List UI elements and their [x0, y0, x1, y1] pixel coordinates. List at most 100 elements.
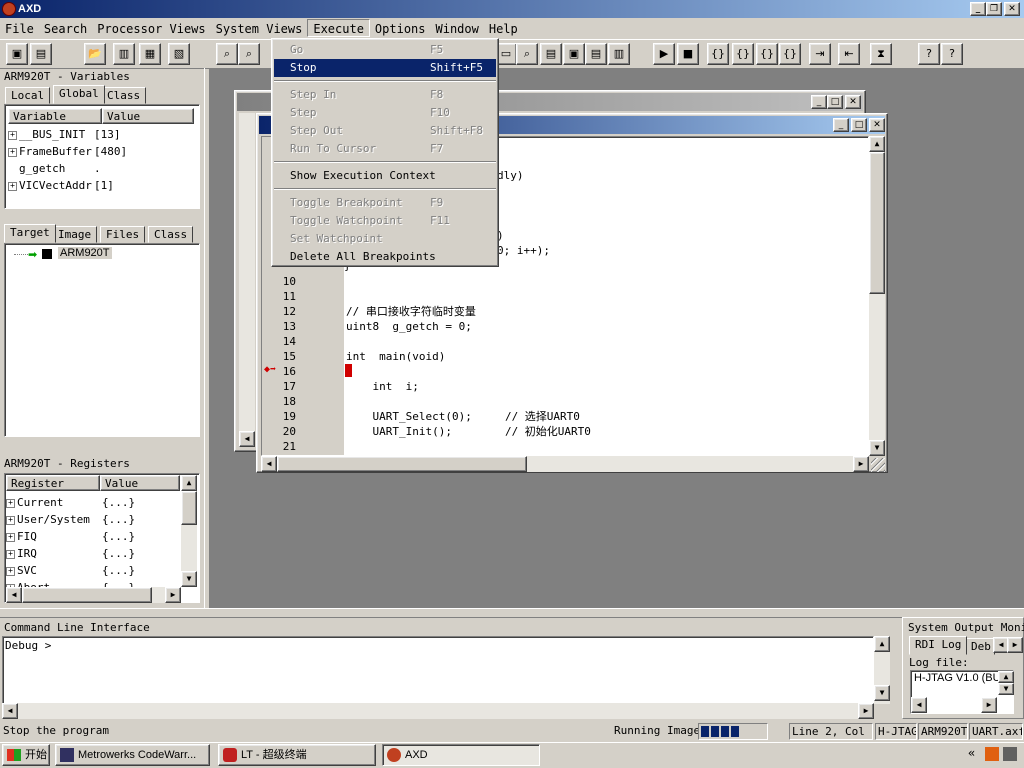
- hourglass-icon[interactable]: ⧗: [870, 43, 892, 65]
- code-line[interactable]: 17 int i;: [262, 379, 802, 394]
- tab-global[interactable]: Global: [53, 85, 105, 104]
- menu-execute[interactable]: Execute: [307, 19, 370, 37]
- variable-row[interactable]: +g_getch.: [8, 160, 196, 177]
- close-icon[interactable]: ✕: [845, 95, 861, 109]
- tab-class[interactable]: Class: [101, 87, 147, 104]
- close-icon[interactable]: ✕: [1004, 2, 1020, 16]
- app-title-bar[interactable]: AXD _ ❐ ✕: [0, 0, 1024, 18]
- code-line[interactable]: 19 UART_Select(0); // 选择UART0: [262, 409, 802, 424]
- code-line[interactable]: 12 // 串口接收字符临时变量: [262, 304, 802, 319]
- view-memory-icon[interactable]: ▤: [540, 43, 562, 65]
- step-out-icon[interactable]: {}: [756, 43, 778, 65]
- code-line[interactable]: 13 uint8 g_getch = 0;: [262, 319, 802, 334]
- watchpoint-icon[interactable]: ⇤: [838, 43, 860, 65]
- scroll-up-icon[interactable]: ▲: [998, 671, 1014, 683]
- register-row[interactable]: + SVC {...}: [6, 562, 180, 579]
- menu-options[interactable]: Options: [370, 20, 431, 38]
- menu-system-views[interactable]: System Views: [211, 20, 308, 38]
- register-row[interactable]: + Current {...}: [6, 494, 180, 511]
- scroll-down-icon[interactable]: ▼: [874, 685, 890, 701]
- cli-hscroll[interactable]: [2, 703, 874, 719]
- view-disasm-icon[interactable]: ▤: [585, 43, 607, 65]
- tab-image[interactable]: Image: [52, 226, 98, 243]
- menu-help[interactable]: Help: [484, 20, 523, 38]
- tray-grid-icon[interactable]: [1003, 747, 1017, 761]
- code-line[interactable]: 15 int main(void): [262, 349, 802, 364]
- minimize-icon[interactable]: _: [811, 95, 827, 109]
- variable-row[interactable]: + FrameBuffer [480]: [8, 143, 196, 160]
- menu-item-stop[interactable]: Stop Shift+F5: [274, 59, 496, 77]
- tab-scroll-right-icon[interactable]: ▶: [1007, 637, 1023, 653]
- code-line[interactable]: 21: [262, 439, 802, 454]
- scroll-up-icon[interactable]: ▲: [869, 136, 885, 152]
- breakpoint-icon[interactable]: ⇥: [809, 43, 831, 65]
- expand-plus-icon[interactable]: +: [6, 532, 15, 542]
- horizontal-splitter[interactable]: [0, 608, 1024, 618]
- expand-plus-icon[interactable]: +: [6, 498, 15, 508]
- scroll-up-icon[interactable]: ▲: [874, 636, 890, 652]
- scroll-right-icon[interactable]: ▶: [858, 703, 874, 719]
- run-to-cursor-icon[interactable]: {}: [779, 43, 801, 65]
- hscroll-thumb[interactable]: [22, 587, 152, 603]
- minimize-icon[interactable]: _: [833, 118, 849, 132]
- expand-plus-icon[interactable]: +: [6, 515, 15, 525]
- save-icon[interactable]: ▣: [6, 43, 28, 65]
- taskbar-hyperterminal[interactable]: LT - 超级终端: [218, 744, 376, 766]
- scroll-up-icon[interactable]: ▲: [181, 475, 197, 491]
- tab-local[interactable]: Local: [5, 87, 51, 104]
- scroll-left-icon[interactable]: ◀: [239, 431, 255, 447]
- menu-item-delete-all-breakpoints[interactable]: Delete All Breakpoints: [274, 248, 496, 266]
- source-vscroll-thumb[interactable]: [869, 152, 885, 294]
- close-icon[interactable]: ✕: [869, 118, 885, 132]
- code-line[interactable]: 14: [262, 334, 802, 349]
- tray-app-icon[interactable]: [985, 747, 999, 761]
- tab-debug[interactable]: Deb: [965, 638, 995, 655]
- help-icon[interactable]: ?: [918, 43, 940, 65]
- restore-icon[interactable]: ❐: [986, 2, 1002, 16]
- view-locals-icon[interactable]: ▥: [608, 43, 630, 65]
- resize-grip-icon[interactable]: [871, 458, 885, 472]
- scroll-down-icon[interactable]: ▼: [869, 440, 885, 456]
- menu-window[interactable]: Window: [431, 20, 484, 38]
- scroll-right-icon[interactable]: ▶: [165, 587, 181, 603]
- menu-search[interactable]: Search: [39, 20, 92, 38]
- menu-processor-views[interactable]: Processor Views: [92, 20, 210, 38]
- col-value[interactable]: Value: [102, 108, 194, 124]
- taskbar-axd[interactable]: AXD: [382, 744, 540, 766]
- maximize-icon[interactable]: □: [827, 95, 843, 109]
- scroll-left-icon[interactable]: ◀: [911, 697, 927, 713]
- step-in-icon[interactable]: {}: [707, 43, 729, 65]
- tab-class-target[interactable]: Class: [148, 226, 194, 243]
- col-variable[interactable]: Variable: [8, 108, 102, 124]
- col-register[interactable]: Register: [6, 475, 100, 491]
- variable-row[interactable]: + VICVectAddr [1]: [8, 177, 196, 194]
- register-row[interactable]: + IRQ {...}: [6, 545, 180, 562]
- tab-target[interactable]: Target: [4, 224, 56, 243]
- code-line[interactable]: 16{: [262, 364, 802, 379]
- tray-expand-icon[interactable]: «: [968, 746, 975, 760]
- source-hscroll-thumb[interactable]: [277, 456, 527, 472]
- find-icon[interactable]: ⌕: [216, 43, 238, 65]
- taskbar-codewarrior[interactable]: Metrowerks CodeWarr...: [55, 744, 210, 766]
- expand-plus-icon[interactable]: +: [6, 566, 15, 576]
- menu-file[interactable]: File: [0, 20, 39, 38]
- save-all-icon[interactable]: ▤: [30, 43, 52, 65]
- code-line[interactable]: 10: [262, 274, 802, 289]
- menu-item-show-execution-context[interactable]: Show Execution Context: [274, 167, 496, 185]
- find-next-icon[interactable]: ⌕: [238, 43, 260, 65]
- tab-rdi-log[interactable]: RDI Log: [909, 636, 968, 655]
- load-image-icon[interactable]: ▥: [113, 43, 135, 65]
- code-line[interactable]: 18: [262, 394, 802, 409]
- context-help-icon[interactable]: ?: [941, 43, 963, 65]
- view-search-icon[interactable]: ⌕: [516, 43, 538, 65]
- variable-row[interactable]: + __BUS_INIT [13]: [8, 126, 196, 143]
- minimize-icon[interactable]: _: [970, 2, 986, 16]
- scroll-right-icon[interactable]: ▶: [853, 456, 869, 472]
- breakpoint-marker-icon[interactable]: ◆➡: [264, 365, 278, 375]
- scroll-down-icon[interactable]: ▼: [998, 683, 1014, 695]
- open-icon[interactable]: 📂: [84, 43, 106, 65]
- expand-plus-icon[interactable]: +: [6, 549, 15, 559]
- maximize-icon[interactable]: □: [851, 118, 867, 132]
- expand-plus-icon[interactable]: +: [8, 181, 17, 191]
- step-icon[interactable]: {}: [732, 43, 754, 65]
